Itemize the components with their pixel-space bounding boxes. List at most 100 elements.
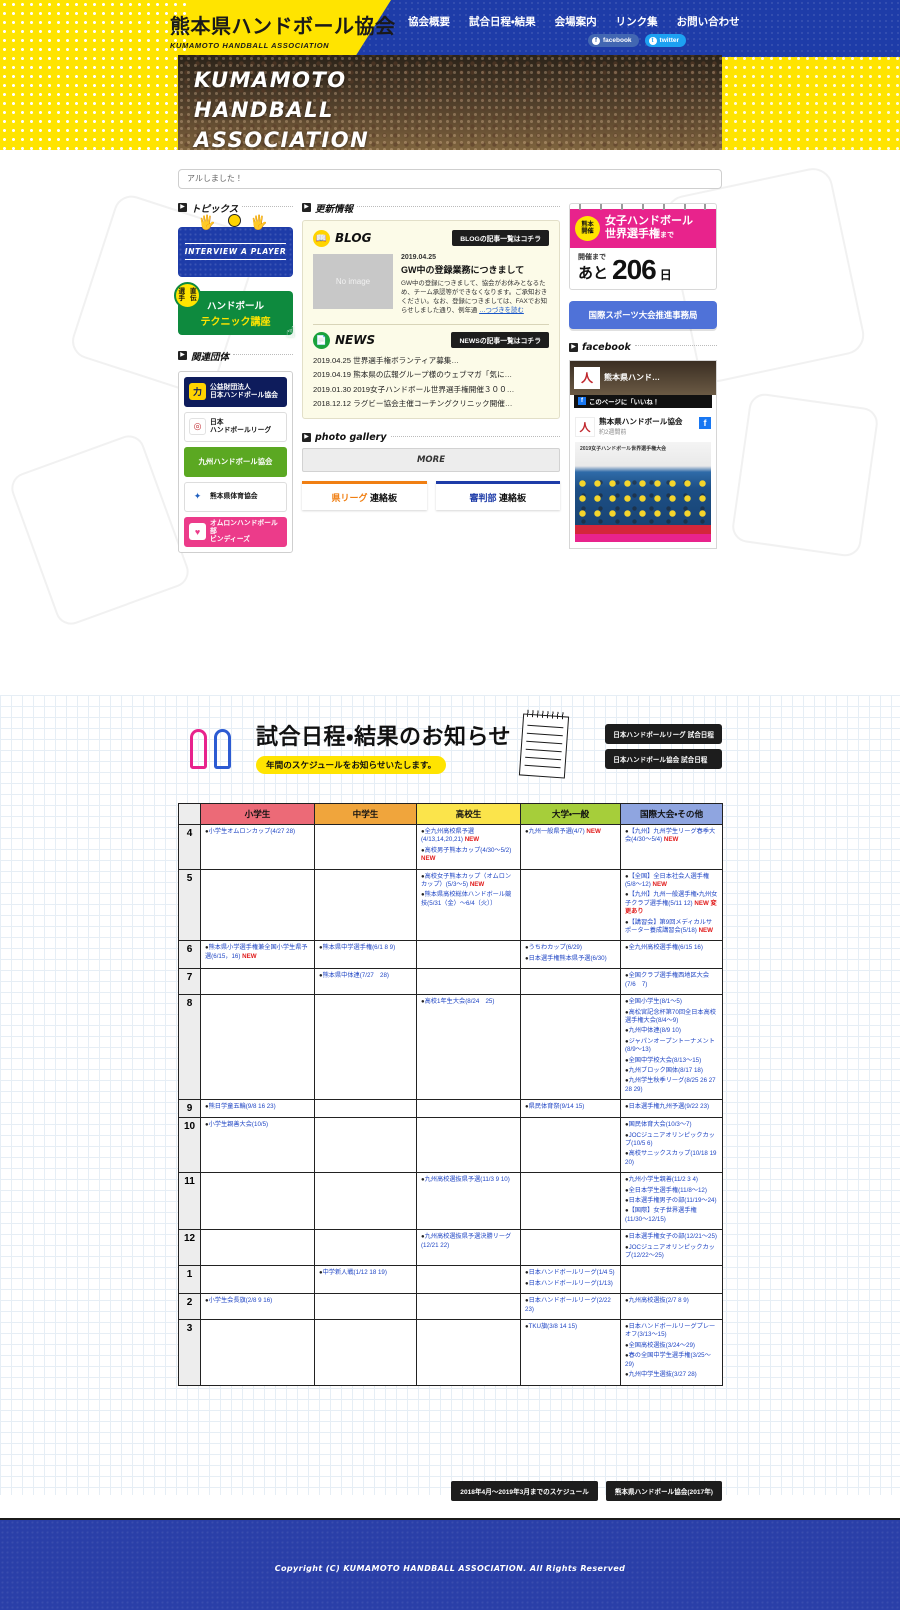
schedule-event-link[interactable]: 高校男子熊本カップ(4/30〜5/2) — [425, 847, 512, 854]
schedule-event-link[interactable]: ジャパンオープントーナメント(8/9〜13) — [625, 1038, 715, 1053]
schedule-event-link[interactable]: 高松宮記念杯第70回全日本高校選手権大会(8/4〜9) — [625, 1009, 716, 1024]
archive-link-2018[interactable]: 2018年4月〜2019年3月までのスケジュール — [451, 1481, 598, 1501]
blog-read-more-link[interactable]: …つづきを読む — [479, 307, 524, 314]
schedule-event-link[interactable]: 九州中体連(8/9 10) — [629, 1027, 681, 1034]
schedule-event-link[interactable]: 日本ハンドボールリーグ(1/13) — [529, 1280, 613, 1287]
schedule-event-link[interactable]: 熊日学童五輪(9/8 16 23) — [209, 1103, 276, 1110]
prefecture-league-board-button[interactable]: 県リーグ 連絡板 — [302, 481, 427, 510]
technique-banner[interactable]: 選手 直伝 ハンドボール テクニック講座 ☝ — [174, 281, 295, 341]
schedule-event-link[interactable]: 小学生親善大会(10/5) — [209, 1121, 268, 1128]
blog-more-button[interactable]: BLOGの記事一覧はコチラ — [452, 230, 549, 246]
search-input[interactable] — [178, 168, 722, 189]
nav-item-about[interactable]: 協会概要 — [408, 14, 450, 29]
news-item[interactable]: 2018.12.12 ラグビー協会主催コーチングクリニック開催… — [313, 398, 549, 409]
schedule-event-link[interactable]: 高校サニックスカップ(10/18 19 20) — [625, 1150, 716, 1165]
schedule-event: ●熊日学童五輪(9/8 16 23) — [205, 1103, 310, 1111]
countdown-widget[interactable]: 熊本 開催 女子ハンドボール 世界選手権まで 開催まで あと 206 日 — [569, 202, 717, 290]
schedule-event-link[interactable]: 九州高校選抜県予選決勝リーグ(12/21 22) — [421, 1233, 511, 1248]
facebook-button[interactable]: f facebook — [588, 34, 639, 47]
org-link-jha[interactable]: 力 公益財団法人 日本ハンドボール協会 — [184, 376, 287, 407]
nav-item-contact[interactable]: お問い合わせ — [677, 14, 740, 29]
schedule-event-link[interactable]: 九州高校選抜(2/7 8 9) — [629, 1297, 689, 1304]
schedule-event-link[interactable]: 高校1年生大会(8/24 25) — [425, 998, 495, 1005]
news-item[interactable]: 2019.04.25 世界選手権ボランティア募集… — [313, 355, 549, 366]
news-item[interactable]: 2019.01.30 2019女子ハンドボール世界選手権開催３００… — [313, 384, 549, 395]
schedule-event-link[interactable]: 九州一般県予選(4/7) — [529, 828, 585, 835]
schedule-event-link[interactable]: 九州ブロック国体(8/17 18) — [629, 1067, 703, 1074]
news-item[interactable]: 2019.04.19 熊本県の広報グループ様のウェブマガ「気に… — [313, 369, 549, 380]
schedule-event-link[interactable]: 国民体育大会(10/3〜7) — [629, 1121, 692, 1128]
jhl-schedule-link[interactable]: 日本ハンドボールリーグ 試合日程 — [605, 723, 722, 744]
schedule-event-link[interactable]: 日本選手権九州予選(9/22 23) — [629, 1103, 709, 1110]
schedule-event-link[interactable]: 九州小学生親善(11/2 3 4) — [629, 1176, 698, 1183]
org-link-kyushu[interactable]: 九州ハンドボール協会 — [184, 446, 287, 477]
schedule-event: ●春の全国中学生選手権(3/25〜29) — [625, 1352, 718, 1369]
schedule-event-link[interactable]: 春の全国中学生選手権(3/25〜29) — [625, 1352, 711, 1367]
interview-banner[interactable]: 🖐 🖐 INTERVIEW A PLAYER — [178, 213, 293, 277]
countdown-header: 熊本 開催 女子ハンドボール 世界選手権まで — [570, 208, 716, 248]
topics-heading-label: トピックス — [191, 203, 239, 215]
schedule-event-link[interactable]: 小学生会長旗(2/8 9 16) — [209, 1297, 273, 1304]
countdown-pre-label: 開催まで — [578, 253, 606, 261]
new-badge: NEW — [462, 836, 480, 844]
nav-item-schedule[interactable]: 試合日程・結果 — [469, 14, 536, 29]
countdown-title-line1: 女子ハンドボール — [605, 214, 693, 227]
schedule-event-link[interactable]: 九州中学生選抜(3/27 28) — [629, 1371, 697, 1378]
schedule-event-link[interactable]: JOCジュニアオリンピックカップ(10/5 6) — [625, 1132, 715, 1147]
schedule-event-link[interactable]: 全九州高校選手権(6/15 16) — [629, 944, 703, 951]
schedule-event-link[interactable]: 中学新人戦(1/12 18 19) — [323, 1269, 387, 1276]
schedule-event-link[interactable]: JOCジュニアオリンピックカップ(12/22〜25) — [625, 1244, 715, 1259]
schedule-event-link[interactable]: 熊本県中体連(7/27 28) — [323, 972, 389, 979]
schedule-event-link[interactable]: 日本ハンドボールリーグプレーオフ(3/13〜15) — [625, 1323, 715, 1338]
schedule-event-link[interactable]: 日本ハンドボールリーグ(1/4 5) — [529, 1269, 615, 1276]
blog-entry[interactable]: No image 2019.04.25 GW中の登録業務につきまして GW中の登… — [313, 253, 549, 315]
schedule-event-link[interactable]: 全国高校選抜(3/24〜29) — [629, 1342, 695, 1349]
org-link-jhl[interactable]: ◎ 日本 ハンドボールリーグ — [184, 411, 287, 442]
schedule-event: ●熊本県小学選手権兼全国小学生県予選(6/15，16) NEW — [205, 944, 310, 961]
facebook-like-button[interactable]: f このページに「いいね！ — [574, 394, 712, 408]
schedule-event-link[interactable]: 日本ハンドボールリーグ(2/22 23) — [525, 1297, 611, 1312]
schedule-event-link[interactable]: 全国クラブ選手権西地区大会(7/6 7) — [625, 972, 709, 987]
board-button-pre: 審判部 — [469, 493, 497, 503]
twitter-button[interactable]: t twitter — [644, 34, 687, 47]
gallery-more-button[interactable]: MORE — [302, 448, 560, 472]
news-more-button[interactable]: NEWSの記事一覧はコチラ — [451, 332, 549, 348]
org-label: 九州ハンドボール協会 — [198, 456, 273, 466]
arrow-right-icon: ▶ — [302, 203, 311, 212]
schedule-event-link[interactable]: 【全国】全日本社会人選手権(5/8〜12) — [625, 873, 709, 888]
referee-board-button[interactable]: 審判部 連絡板 — [435, 481, 560, 510]
schedule-event-link[interactable]: 高校女子熊本カップ（オムロンカップ）(5/3〜5) — [421, 873, 511, 888]
schedule-event-link[interactable]: 日本選手権女子の部(12/21〜25) — [629, 1233, 717, 1240]
month-cell: 5 — [178, 868, 201, 942]
schedule-event-link[interactable]: 全国小学生(8/1〜5) — [629, 998, 682, 1005]
schedule-event-link[interactable]: 九州高校選抜県予選(11/3 9 10) — [425, 1176, 510, 1183]
nav-item-links[interactable]: リンク集 — [616, 14, 658, 29]
schedule-event: ●日本選手権熊本県予選(6/30) — [525, 955, 616, 963]
news-label: NEWS — [335, 333, 376, 347]
site-logo[interactable]: 熊本県ハンドボール協会 KUMAMOTO HANDBALL ASSOCIATIO… — [170, 10, 396, 50]
schedule-cell — [200, 994, 315, 1101]
schedule-event-link[interactable]: 全日本学生選手権(11/8〜12) — [629, 1187, 707, 1194]
schedule-event-link[interactable]: 【国際】女子世界選手権(11/30〜12/15) — [625, 1207, 697, 1222]
schedule-event: ●高校1年生大会(8/24 25) — [421, 998, 516, 1006]
archive-link-2017[interactable]: 熊本県ハンドボール協会(2017年) — [605, 1481, 722, 1501]
twitter-icon: t — [648, 36, 657, 45]
schedule-event-link[interactable]: うちわカップ(6/29) — [529, 944, 582, 951]
schedule-event-link[interactable]: 熊本県高校総体ハンドボール競技(5/31（金）〜6/4（火）） — [421, 891, 511, 906]
schedule-event-link[interactable]: 日本選手権男子の部(11/19〜24) — [629, 1197, 717, 1204]
schedule-event-link[interactable]: 九州学生秋季リーグ(8/25 26 27 28 29) — [625, 1077, 716, 1092]
jha-schedule-link[interactable]: 日本ハンドボール協会 試合日程 — [605, 748, 722, 769]
promo-button[interactable]: 国際スポーツ大会推進事務局 — [569, 300, 717, 329]
nav-item-venues[interactable]: 会場案内 — [555, 14, 597, 29]
schedule-event-link[interactable]: 全国中学校大会(8/13〜15) — [629, 1057, 702, 1064]
schedule-event-link[interactable]: 日本選手権熊本県予選(6/30) — [529, 955, 607, 962]
schedule-event-link[interactable]: 熊本県中学選手権(6/1 8 9) — [323, 944, 396, 951]
facebook-post-image[interactable]: 2019女子ハンドボール世界選手権大会 — [575, 441, 711, 542]
schedule-cell — [314, 1172, 417, 1231]
schedule-cell — [200, 968, 315, 996]
schedule-event-link[interactable]: 県民体育祭(9/14 15) — [529, 1103, 585, 1110]
schedule-event-link[interactable]: 小学生オムロンカップ(4/27 28) — [209, 828, 295, 835]
schedule-event-link[interactable]: TKU旗(3/8 14 15) — [529, 1323, 578, 1330]
org-link-kumamoto-sports[interactable]: ✦ 熊本県体育協会 — [184, 481, 287, 512]
org-link-omron[interactable]: ♥ オムロンハンドボール部 ビンディーズ — [184, 516, 287, 547]
